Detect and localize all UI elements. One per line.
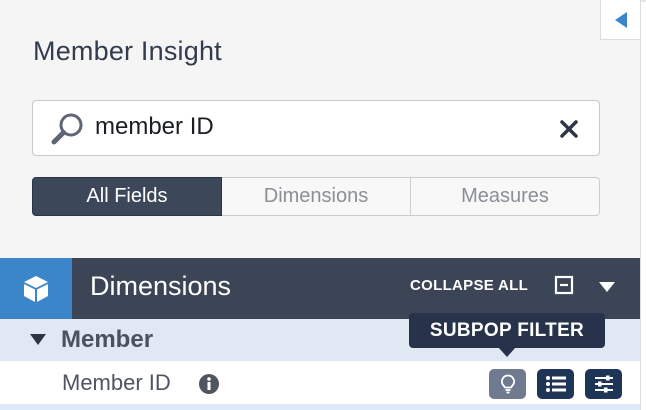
tooltip-arrow [498, 347, 516, 357]
field-filter-tabs: All Fields Dimensions Measures [32, 177, 600, 216]
sliders-icon [594, 375, 613, 393]
field-label: Member ID [62, 370, 171, 395]
member-insight-panel: Member Insight member ID All Fields Dime… [0, 0, 641, 410]
search-input[interactable]: member ID [32, 100, 600, 156]
tab-dimensions[interactable]: Dimensions [222, 177, 411, 216]
info-icon[interactable] [198, 373, 220, 400]
panel-title: Member Insight [33, 36, 222, 66]
minus-square-icon[interactable] [554, 275, 574, 300]
dimensions-header: Dimensions COLLAPSE ALL [0, 258, 640, 319]
subpop-filter-button[interactable] [489, 369, 526, 399]
collapse-all-button[interactable]: COLLAPSE ALL [410, 277, 528, 294]
tab-measures[interactable]: Measures [411, 177, 600, 216]
search-icon [50, 112, 86, 151]
collapse-panel-button[interactable] [600, 0, 640, 40]
lightbulb-icon [500, 374, 515, 394]
triangle-down-icon[interactable] [29, 333, 47, 352]
cube-icon-box [0, 258, 72, 319]
tab-all-fields[interactable]: All Fields [32, 177, 222, 216]
group-label: Member [61, 326, 154, 353]
left-triangle-icon [615, 11, 627, 28]
list-icon [545, 376, 566, 392]
next-row-strip [0, 404, 640, 410]
field-row-member-id[interactable]: Member ID [0, 361, 640, 404]
filter-button[interactable] [585, 369, 622, 399]
dimensions-title: Dimensions [90, 271, 232, 301]
close-icon[interactable] [559, 119, 579, 144]
list-button[interactable] [537, 369, 574, 399]
caret-down-icon[interactable] [598, 280, 616, 299]
subpop-filter-tooltip: SUBPOP FILTER [409, 313, 605, 348]
search-value: member ID [95, 113, 214, 140]
cube-icon [24, 275, 48, 302]
